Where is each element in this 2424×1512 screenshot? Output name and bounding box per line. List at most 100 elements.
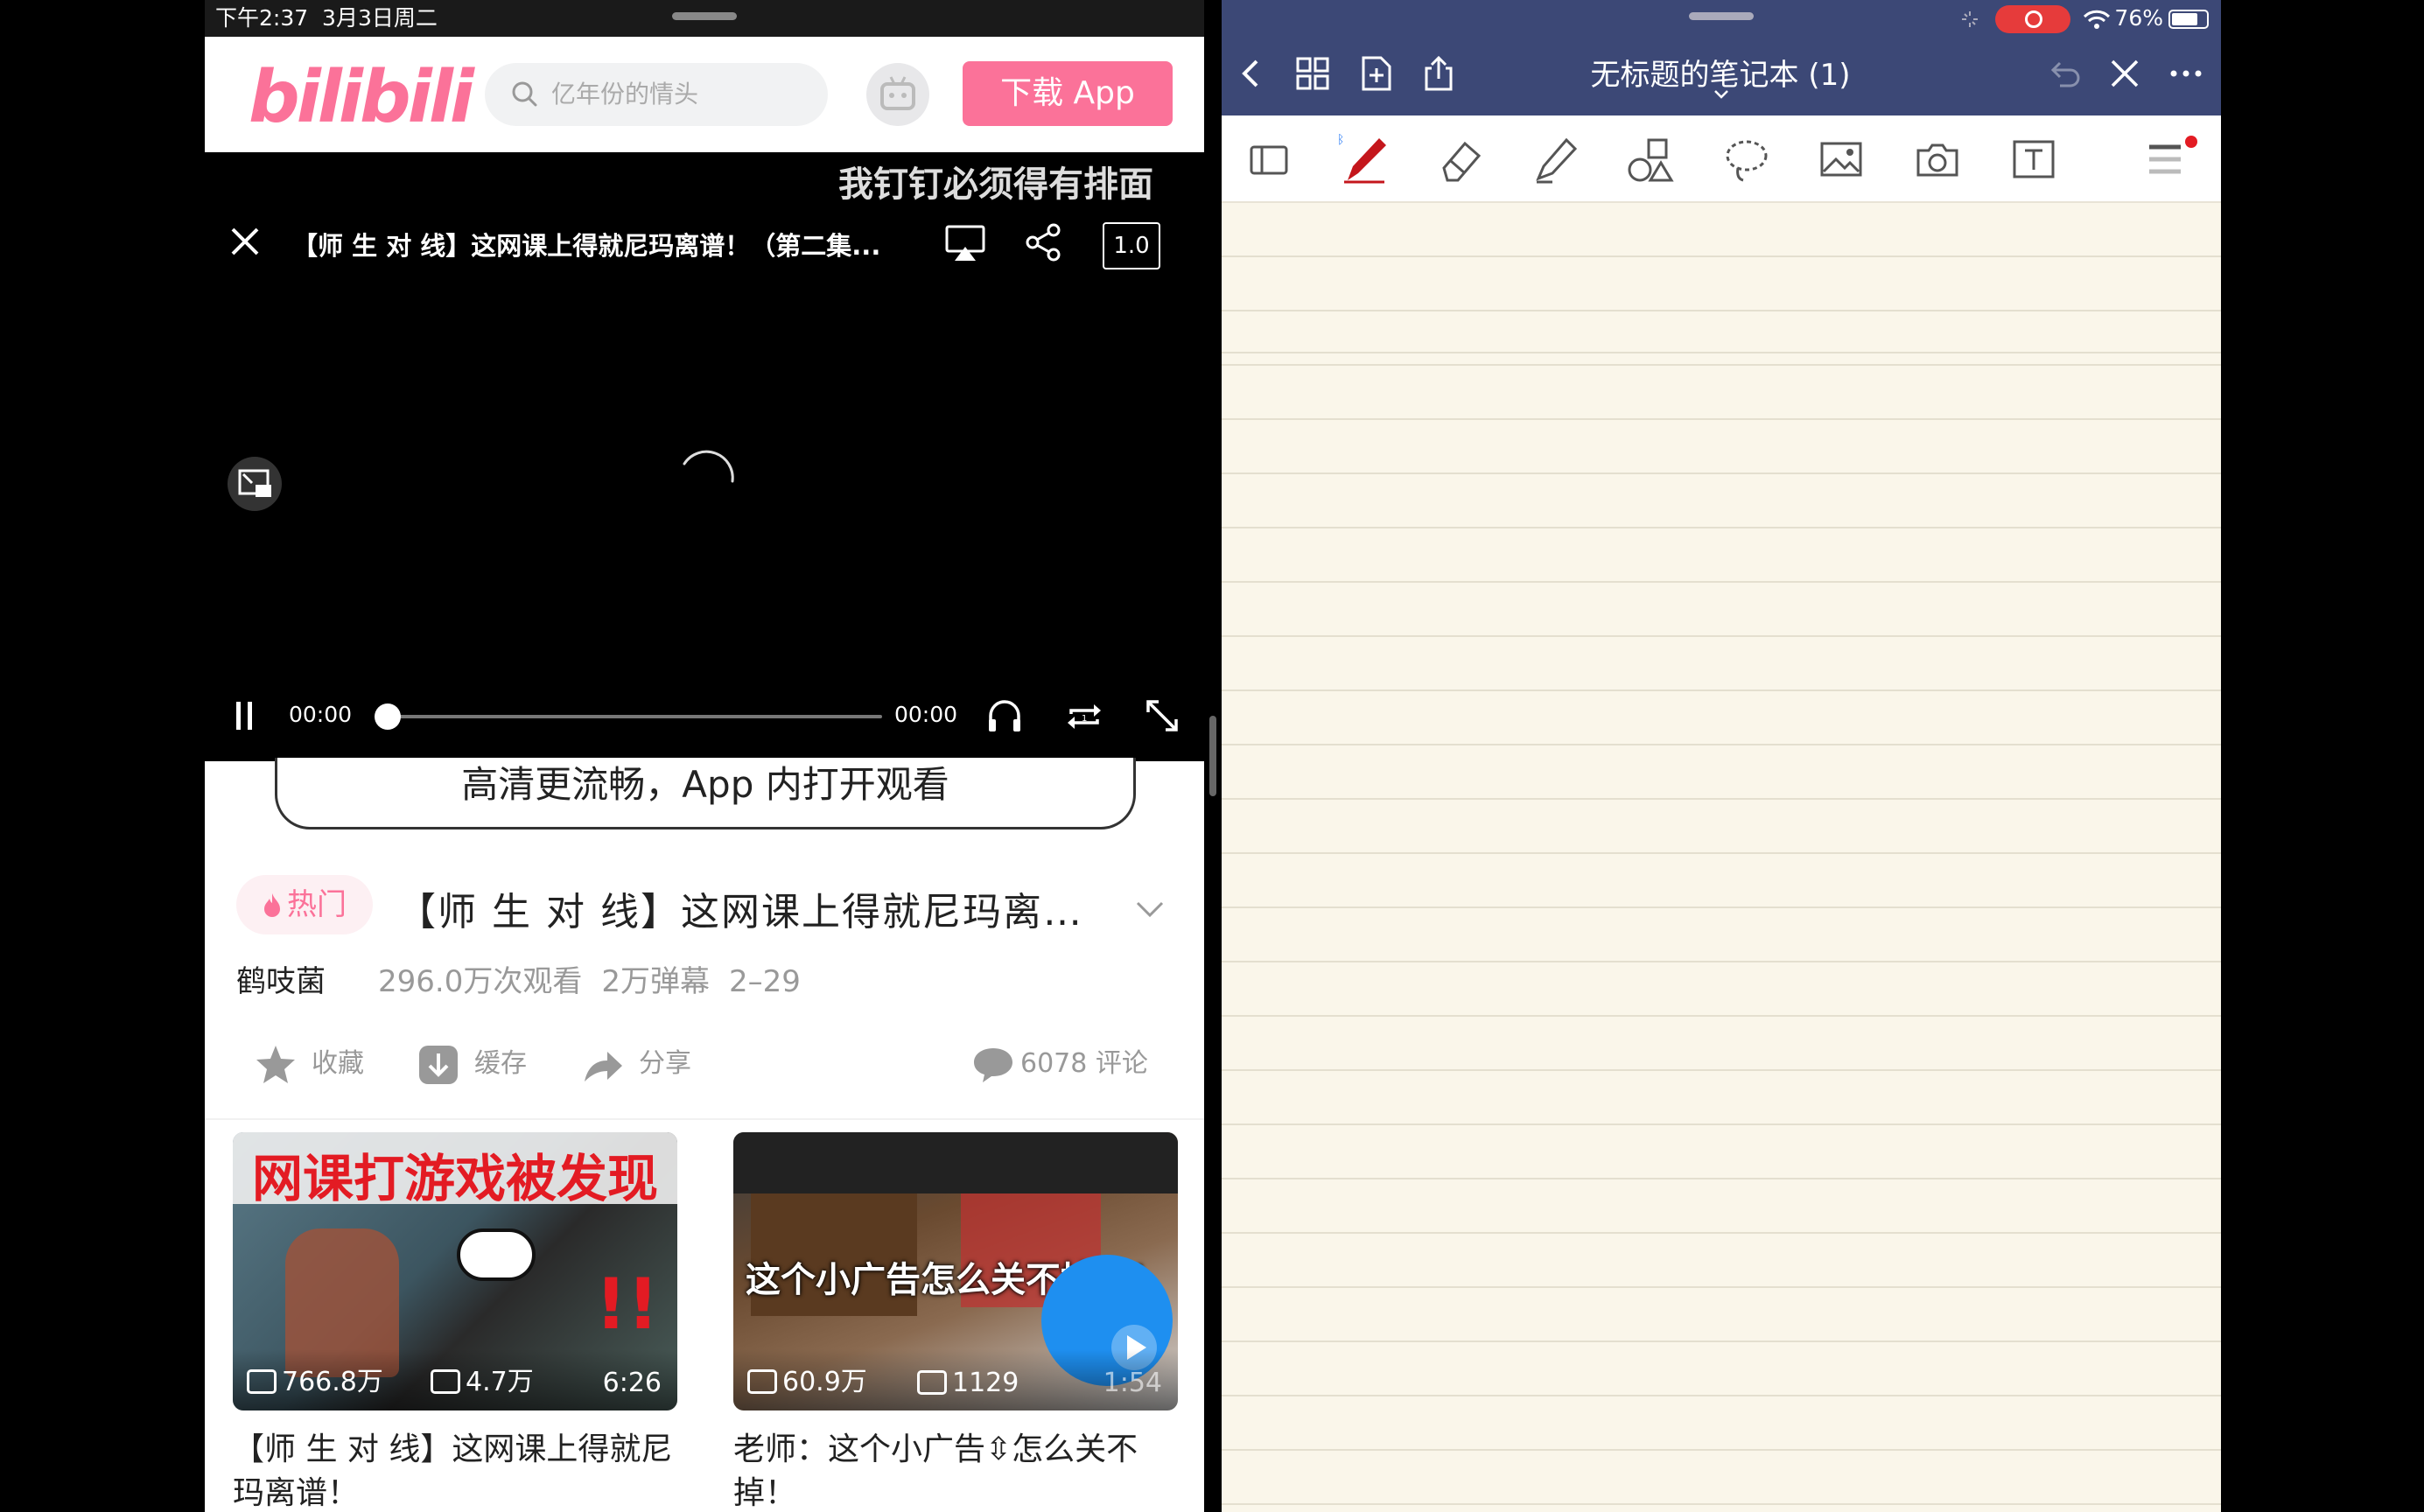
fullscreen-icon[interactable]	[1143, 696, 1181, 735]
add-page-icon[interactable]	[1356, 54, 1395, 93]
current-time: 00:00	[289, 702, 353, 727]
pause-icon[interactable]	[231, 698, 257, 733]
section-divider	[205, 1118, 1204, 1120]
window-grabber-right[interactable]	[1689, 12, 1754, 20]
tv-avatar-icon	[880, 76, 915, 110]
chevron-down-icon[interactable]	[1132, 891, 1167, 926]
loading-activity-icon	[1962, 11, 1979, 27]
more-options-icon[interactable]	[2167, 54, 2205, 93]
danmaku-comment: 我钉钉必须得有排面	[838, 164, 1153, 205]
recommendation-card-1[interactable]: 网课打游戏被发现 !! 766.8万 4.7万 6:26 【师 生 对 线】这网…	[233, 1132, 677, 1512]
bilibili-logo[interactable]: bilibili	[249, 54, 474, 142]
loading-spinner-icon	[683, 450, 734, 483]
recommendation-title[interactable]: 【师 生 对 线】这网课上得就尼玛离谱！	[233, 1428, 677, 1512]
view-count: 296.0万次观看	[378, 964, 583, 999]
battery-fill	[2172, 13, 2197, 25]
video-thumbnail[interactable]: 这个小广告怎么关不掉？！ 60.9万 1129 1:54	[733, 1132, 1178, 1410]
pip-glyph-icon	[238, 469, 271, 497]
grid-view-icon[interactable]	[1293, 54, 1332, 93]
pen-icon[interactable]: ᛒ	[1335, 131, 1391, 187]
image-icon[interactable]	[1813, 131, 1869, 187]
lasso-icon[interactable]	[1719, 131, 1775, 187]
video-title: 【师 生 对 线】这网课上得就尼玛离谱！（第二集	[397, 890, 1117, 934]
danmaku-icon	[431, 1369, 460, 1394]
thumbnail-screen-bar	[733, 1132, 1178, 1194]
hot-badge[interactable]: 热门	[236, 875, 373, 934]
airplay-icon[interactable]	[944, 224, 986, 262]
sidebar-icon[interactable]	[1241, 131, 1297, 187]
thumbnail-caption: 网课打游戏被发现	[251, 1149, 658, 1208]
video-duration: 6:26	[602, 1368, 662, 1398]
favorite-label: 收藏	[312, 1048, 364, 1079]
comment-icon	[974, 1048, 1012, 1082]
more-tools-icon[interactable]	[2142, 131, 2198, 187]
shapes-icon[interactable]	[1622, 131, 1678, 187]
export-share-icon[interactable]	[1419, 54, 1458, 93]
danmaku-count-thumb: 1129	[917, 1368, 1019, 1398]
search-input[interactable]: 亿年份的情头	[485, 63, 828, 126]
svg-text:ᛒ: ᛒ	[1337, 133, 1344, 147]
exclamation-marks: !!	[595, 1264, 659, 1345]
eraser-icon[interactable]	[1432, 131, 1488, 187]
share-arrow-icon	[585, 1052, 622, 1082]
notes-header: 76% 无标题的笔记本 (1)	[1222, 0, 2221, 116]
play-count: 60.9万	[747, 1360, 867, 1398]
camera-icon[interactable]	[1909, 131, 1965, 187]
play-count-icon	[247, 1369, 277, 1394]
avatar[interactable]	[866, 63, 929, 126]
progress-knob[interactable]	[375, 704, 401, 730]
recommendation-card-2[interactable]: 这个小广告怎么关不掉？！ 60.9万 1129 1:54 老师：这个小广告⇳怎么…	[733, 1132, 1178, 1512]
split-view-divider-handle[interactable]	[1209, 716, 1216, 796]
video-player[interactable]: 我钉钉必须得有排面 【师 生 对 线】这网课上得就尼玛离谱！（第二集... 1.…	[205, 152, 1204, 761]
note-canvas[interactable]	[1222, 203, 2221, 1512]
search-placeholder: 亿年份的情头	[551, 80, 699, 108]
open-in-app-banner[interactable]: 高清更流畅，App 内打开观看	[275, 758, 1136, 830]
publish-date: 2–29	[728, 964, 801, 999]
screen-recording-indicator[interactable]	[1995, 5, 2071, 33]
share-label: 分享	[639, 1048, 691, 1079]
uploader-name[interactable]: 鹤吱菌	[236, 957, 326, 1000]
close-icon[interactable]	[228, 224, 263, 259]
danmaku-count: 2万弹幕	[601, 964, 710, 999]
close-x-icon[interactable]	[2105, 54, 2144, 93]
hot-badge-label: 热门	[287, 887, 347, 922]
highlighter-icon[interactable]	[1526, 131, 1582, 187]
play-count-icon	[747, 1369, 777, 1394]
textbox-icon[interactable]	[2006, 131, 2062, 187]
progress-slider[interactable]	[375, 704, 882, 730]
title-chevron-down-icon[interactable]	[1713, 89, 1729, 100]
download-app-button[interactable]: 下载 App	[963, 61, 1173, 126]
download-icon	[419, 1046, 458, 1084]
playback-speed-button[interactable]: 1.0	[1103, 222, 1160, 270]
bilibili-pane: 下午2:37 3月3日周二 bilibili 亿年份的情头 下载 App 我钉钉…	[205, 0, 1204, 1512]
video-thumbnail[interactable]: 网课打游戏被发现 !! 766.8万 4.7万 6:26	[233, 1132, 677, 1410]
battery-icon	[2168, 10, 2209, 29]
notes-pane: 76% 无标题的笔记本 (1) ᛒ	[1222, 0, 2221, 1512]
recommendation-title[interactable]: 老师：这个小广告⇳怎么关不掉！	[733, 1428, 1178, 1512]
drawing-toolbar: ᛒ	[1222, 116, 2221, 203]
action-row: 收藏 缓存 分享 6078 评论	[205, 1031, 1204, 1097]
eyes-sticker	[457, 1228, 536, 1281]
search-icon	[512, 81, 537, 107]
svg-text:1: 1	[1082, 714, 1087, 724]
notebook-title[interactable]: 无标题的笔记本 (1)	[1484, 51, 1957, 94]
star-icon	[256, 1046, 295, 1083]
danmaku-icon	[917, 1370, 947, 1395]
duration-time: 00:00	[894, 702, 958, 727]
undo-icon[interactable]	[2044, 54, 2083, 93]
danmaku-count-thumb: 4.7万	[431, 1360, 534, 1398]
loop-icon[interactable]: 1	[1064, 696, 1104, 737]
cache-label: 缓存	[474, 1048, 527, 1079]
status-time: 下午2:37	[215, 5, 309, 31]
picture-in-picture-icon[interactable]	[228, 457, 282, 511]
bilibili-header: bilibili 亿年份的情头 下载 App	[205, 37, 1204, 152]
window-grabber-left[interactable]	[672, 12, 737, 20]
wifi-icon	[2084, 10, 2111, 29]
thumbnail-stats: 60.9万 1129 1:54	[733, 1349, 1178, 1410]
back-chevron-icon[interactable]	[1232, 54, 1271, 93]
share-icon[interactable]	[1024, 222, 1064, 262]
status-bar-right: 76%	[1960, 4, 2209, 33]
status-date: 3月3日周二	[322, 5, 438, 31]
headphone-icon[interactable]	[985, 696, 1024, 735]
flame-icon	[264, 893, 280, 917]
